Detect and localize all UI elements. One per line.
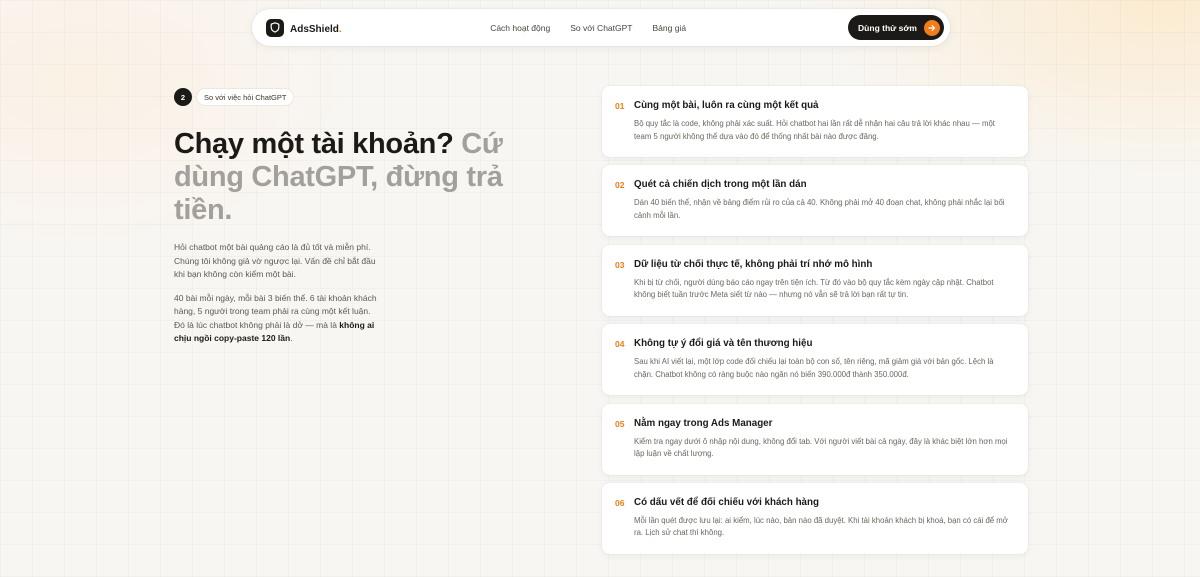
feature-number: 03 [615, 259, 625, 270]
feature-number: 06 [615, 497, 625, 508]
feature-card: 01 Cùng một bài, luôn ra cùng một kết qu… [602, 86, 1028, 157]
feature-body: Cùng một bài, luôn ra cùng một kết quả B… [634, 100, 1014, 157]
feature-title: Không tự ý đổi giá và tên thương hiệu [634, 338, 813, 350]
feature-number: 05 [615, 418, 625, 429]
feature-title: Dữ liệu từ chối thực tế, không phải trí … [634, 258, 873, 270]
step-number-badge: 2 [174, 88, 192, 106]
intro-section: 2 So với việc hỏi ChatGPT Chạy một tài k… [174, 88, 514, 346]
feature-description: Khi bị từ chối, người dùng báo cáo ngay … [634, 277, 994, 300]
nav-link-vs-chatgpt[interactable]: So với ChatGPT [570, 23, 632, 33]
nav-link-pricing[interactable]: Bảng giá [652, 23, 686, 33]
feature-body: Quét cả chiến dịch trong một lần dán Dán… [634, 179, 1014, 236]
feature-title: Quét cả chiến dịch trong một lần dán [634, 179, 807, 191]
feature-number: 01 [615, 101, 625, 111]
feature-description: Sau khi AI viết lại, một lớp code đối ch… [634, 357, 994, 379]
feature-card: 05 Nằm ngay trong Ads Manager Kiểm tra n… [602, 403, 1028, 475]
brand[interactable]: AdsShield. [266, 18, 342, 37]
feature-description: Dán 40 biến thể, nhận về bảng điểm rủi r… [634, 198, 1005, 220]
feature-title: Có dấu vết để đối chiếu với khách hàng [634, 496, 819, 508]
intro-paragraph-1: Hỏi chatbot một bài quảng cáo là đủ tốt … [174, 242, 376, 279]
feature-description: Kiểm tra ngay dưới ô nhập nội dung, khôn… [634, 436, 1008, 459]
headline-dark: Chạy một tài khoản? [174, 128, 454, 160]
try-early-label: Dùng thử sớm [858, 22, 917, 33]
arrow-right-icon [924, 19, 940, 36]
section-label-pill: So với việc hỏi ChatGPT [196, 88, 295, 106]
feature-list: 01 Cùng một bài, luôn ra cùng một kết qu… [602, 86, 1028, 562]
feature-body: Dữ liệu từ chối thực tế, không phải trí … [634, 259, 1014, 316]
feature-number: 04 [615, 339, 625, 350]
try-early-button[interactable]: Dùng thử sớm [848, 15, 944, 40]
feature-body: Nằm ngay trong Ads Manager Kiểm tra ngay… [634, 418, 1014, 475]
brand-name: AdsShield [290, 23, 339, 35]
feature-description: Mỗi lần quét được lưu lại: ai kiểm, lúc … [634, 515, 1008, 538]
brand-dot: . [338, 23, 342, 35]
intro-paragraph-2: 40 bài mỗi ngày, mỗi bài 3 biến thể. 6 t… [174, 292, 379, 346]
top-navbar: AdsShield. Cách hoạt động So với ChatGPT… [252, 9, 950, 46]
feature-title: Cùng một bài, luôn ra cùng một kết quả [634, 100, 819, 111]
feature-card: 04 Không tự ý đổi giá và tên thương hiệu… [602, 324, 1028, 396]
feature-body: Có dấu vết để đối chiếu với khách hàng M… [634, 497, 1014, 554]
feature-description: Bộ quy tắc là code, không phải xác suất.… [634, 119, 995, 141]
intro-paragraph-2-end: . [290, 333, 293, 343]
feature-card: 03 Dữ liệu từ chối thực tế, không phải t… [602, 244, 1028, 316]
page-title: Chạy một tài khoản? Cứ dùng ChatGPT, đừn… [174, 128, 504, 227]
nav-links: Cách hoạt động So với ChatGPT Bảng giá [490, 23, 686, 33]
feature-title: Nằm ngay trong Ads Manager [634, 417, 773, 429]
nav-link-how-it-works[interactable]: Cách hoạt động [490, 23, 550, 33]
section-eyebrow: 2 So với việc hỏi ChatGPT [174, 88, 514, 106]
feature-number: 02 [615, 180, 625, 191]
feature-body: Không tự ý đổi giá và tên thương hiệu Sa… [634, 338, 1014, 395]
feature-card: 02 Quét cả chiến dịch trong một lần dán … [602, 165, 1028, 237]
feature-card: 06 Có dấu vết để đối chiếu với khách hàn… [602, 482, 1028, 554]
shield-logo-icon [266, 18, 284, 37]
